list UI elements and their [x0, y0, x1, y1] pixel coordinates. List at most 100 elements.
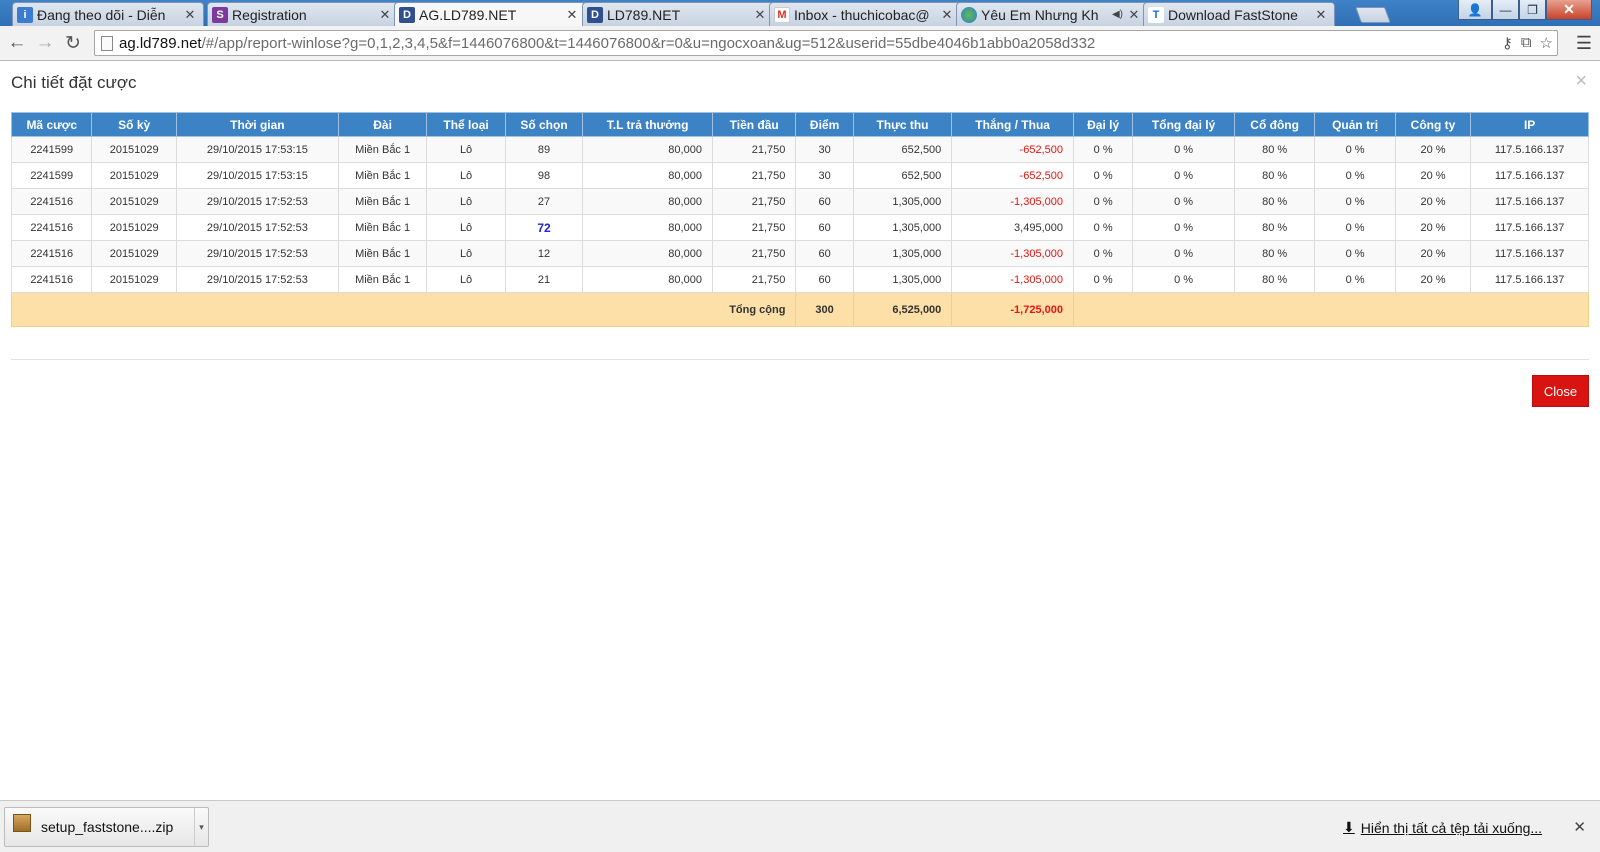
table-cell: 652,500 [852, 136, 953, 163]
tab-close-icon[interactable]: ✕ [753, 7, 767, 23]
table-cell: 80,000 [582, 266, 713, 293]
table-cell: 21,750 [711, 188, 797, 215]
column-header: Thể loại [426, 112, 506, 137]
reload-icon[interactable]: ↻ [62, 32, 84, 54]
forum-icon: i [17, 6, 33, 23]
column-header: Điểm [795, 112, 854, 137]
omnibox-icons: ⚷ ⧉ ☆ [1502, 34, 1553, 52]
table-cell: 27 [504, 188, 584, 215]
url-text: ag.ld789.net/#/app/report-winlose?g=0,1,… [119, 35, 1095, 52]
chevron-down-icon[interactable]: ▾ [194, 808, 208, 846]
table-row: 2241516 20151029 29/10/2015 17:52:53 Miền B… [10, 266, 1589, 293]
table-cell: 0 % [1314, 136, 1396, 163]
tab-ld789[interactable]: D LD789.NET ✕ [582, 2, 774, 26]
user-icon[interactable]: 👤 [1458, 0, 1492, 20]
tab-gmail[interactable]: M Inbox - thuchicobac@ ✕ [769, 2, 961, 26]
table-header-row: Mã cược Số kỳ Thời gian Đài Thể loại Số chọn T… [10, 112, 1589, 137]
column-header: Thời gian [175, 112, 339, 137]
table-cell: 12 [504, 240, 584, 267]
table-cell: 20151029 [91, 162, 177, 189]
totals-thang-thua: -1,725,000 [951, 292, 1074, 327]
table-cell: 30 [795, 162, 854, 189]
download-item[interactable]: setup_faststone....zip ▾ [4, 807, 209, 847]
tab-faststone[interactable]: T Download FastStone ✕ [1143, 2, 1335, 26]
table-cell: 98 [504, 162, 584, 189]
minimize-icon[interactable]: — [1492, 0, 1519, 20]
table-cell: 21,750 [711, 214, 797, 241]
totals-thuc-thu: 6,525,000 [852, 292, 953, 327]
table-cell: 20 % [1394, 162, 1472, 189]
table-cell: 0 % [1132, 240, 1235, 267]
close-button[interactable]: Close [1532, 375, 1589, 407]
download-file-name: setup_faststone....zip [41, 819, 174, 835]
table-cell: 20 % [1394, 240, 1472, 267]
column-header: Tiền đầu [711, 112, 797, 137]
table-cell: 80,000 [582, 162, 713, 189]
address-bar[interactable]: ag.ld789.net/#/app/report-winlose?g=0,1,… [94, 30, 1558, 56]
modal-footer-divider [11, 359, 1589, 360]
table-cell: 0 % [1072, 188, 1134, 215]
table-cell: 2241599 [10, 162, 93, 189]
zip-file-icon [13, 814, 31, 832]
table-cell: Miền Bắc 1 [337, 240, 428, 267]
table-cell: 0 % [1314, 266, 1396, 293]
column-header: Công ty [1394, 112, 1472, 137]
table-cell: 20 % [1394, 188, 1472, 215]
tab-close-icon[interactable]: ✕ [183, 7, 197, 23]
tab-close-icon[interactable]: ✕ [1127, 7, 1141, 23]
download-bar-close-icon[interactable]: ✕ [1573, 818, 1586, 836]
table-cell: Miền Bắc 1 [337, 266, 428, 293]
table-cell: 72 [504, 214, 584, 241]
tab-close-icon[interactable]: ✕ [1314, 7, 1328, 23]
modal-close-icon[interactable]: × [1575, 70, 1587, 93]
maximize-icon[interactable]: ❐ [1519, 0, 1546, 20]
show-all-label: Hiển thị tất cả tệp tải xuống... [1360, 819, 1543, 836]
table-cell: 0 % [1072, 162, 1134, 189]
menu-icon[interactable]: ☰ [1576, 33, 1592, 54]
bet-detail-table-wrap: Mã cược Số kỳ Thời gian Đài Thể loại Số chọn T… [10, 112, 1590, 327]
tab-title: AG.LD789.NET [419, 7, 517, 23]
tab-title: Registration [232, 6, 307, 23]
browser-toolbar: ← → ↻ ag.ld789.net/#/app/report-winlose?… [0, 26, 1600, 61]
column-header: Đài [337, 112, 428, 137]
bookmark-star-icon[interactable]: ☆ [1540, 34, 1553, 52]
column-header: Cổ đông [1233, 112, 1316, 137]
music-icon [961, 6, 977, 23]
show-all-downloads-link[interactable]: ⬇ Hiển thị tất cả tệp tải xuống... [1343, 819, 1542, 836]
bet-detail-table: Mã cược Số kỳ Thời gian Đài Thể loại Số chọn T… [10, 112, 1590, 327]
table-cell: 0 % [1132, 266, 1235, 293]
table-cell: 0 % [1314, 162, 1396, 189]
table-cell: 2241599 [10, 136, 93, 163]
table-cell: 652,500 [852, 162, 953, 189]
forward-arrow-icon[interactable]: → [34, 32, 56, 54]
table-cell: 80 % [1233, 214, 1316, 241]
translate-icon[interactable]: ⧉ [1521, 34, 1532, 52]
tab-close-icon[interactable]: ✕ [378, 7, 392, 23]
table-cell: 29/10/2015 17:52:53 [175, 240, 339, 267]
window-close-icon[interactable]: ✕ [1546, 0, 1592, 20]
tab-forum[interactable]: i Đang theo dõi - Diễn ✕ [12, 2, 204, 26]
tab-ag-ld789[interactable]: D AG.LD789.NET ✕ [394, 2, 586, 27]
table-cell: 0 % [1314, 214, 1396, 241]
table-cell: 21,750 [711, 162, 797, 189]
totals-diem: 300 [795, 292, 854, 327]
table-cell: 2241516 [10, 188, 93, 215]
table-cell: 29/10/2015 17:52:53 [175, 214, 339, 241]
table-cell: 117.5.166.137 [1470, 162, 1589, 189]
table-cell: 2241516 [10, 266, 93, 293]
table-cell: 117.5.166.137 [1470, 240, 1589, 267]
table-cell: 0 % [1072, 136, 1134, 163]
tab-title: Đang theo dõi - Diễn [37, 6, 166, 23]
tab-registration[interactable]: S Registration ✕ [207, 2, 399, 26]
tab-close-icon[interactable]: ✕ [565, 7, 579, 23]
tab-music[interactable]: Yêu Em Nhưng Kh ◀) ✕ [956, 2, 1148, 26]
new-tab-button[interactable] [1355, 7, 1391, 23]
tab-close-icon[interactable]: ✕ [940, 7, 954, 23]
column-header: Thắng / Thua [951, 112, 1074, 137]
table-cell: 29/10/2015 17:53:15 [175, 136, 339, 163]
table-cell: 80,000 [582, 240, 713, 267]
table-cell: -1,305,000 [951, 240, 1074, 267]
column-header: Thực thu [852, 112, 953, 137]
key-icon[interactable]: ⚷ [1502, 34, 1513, 52]
back-arrow-icon[interactable]: ← [6, 32, 28, 54]
